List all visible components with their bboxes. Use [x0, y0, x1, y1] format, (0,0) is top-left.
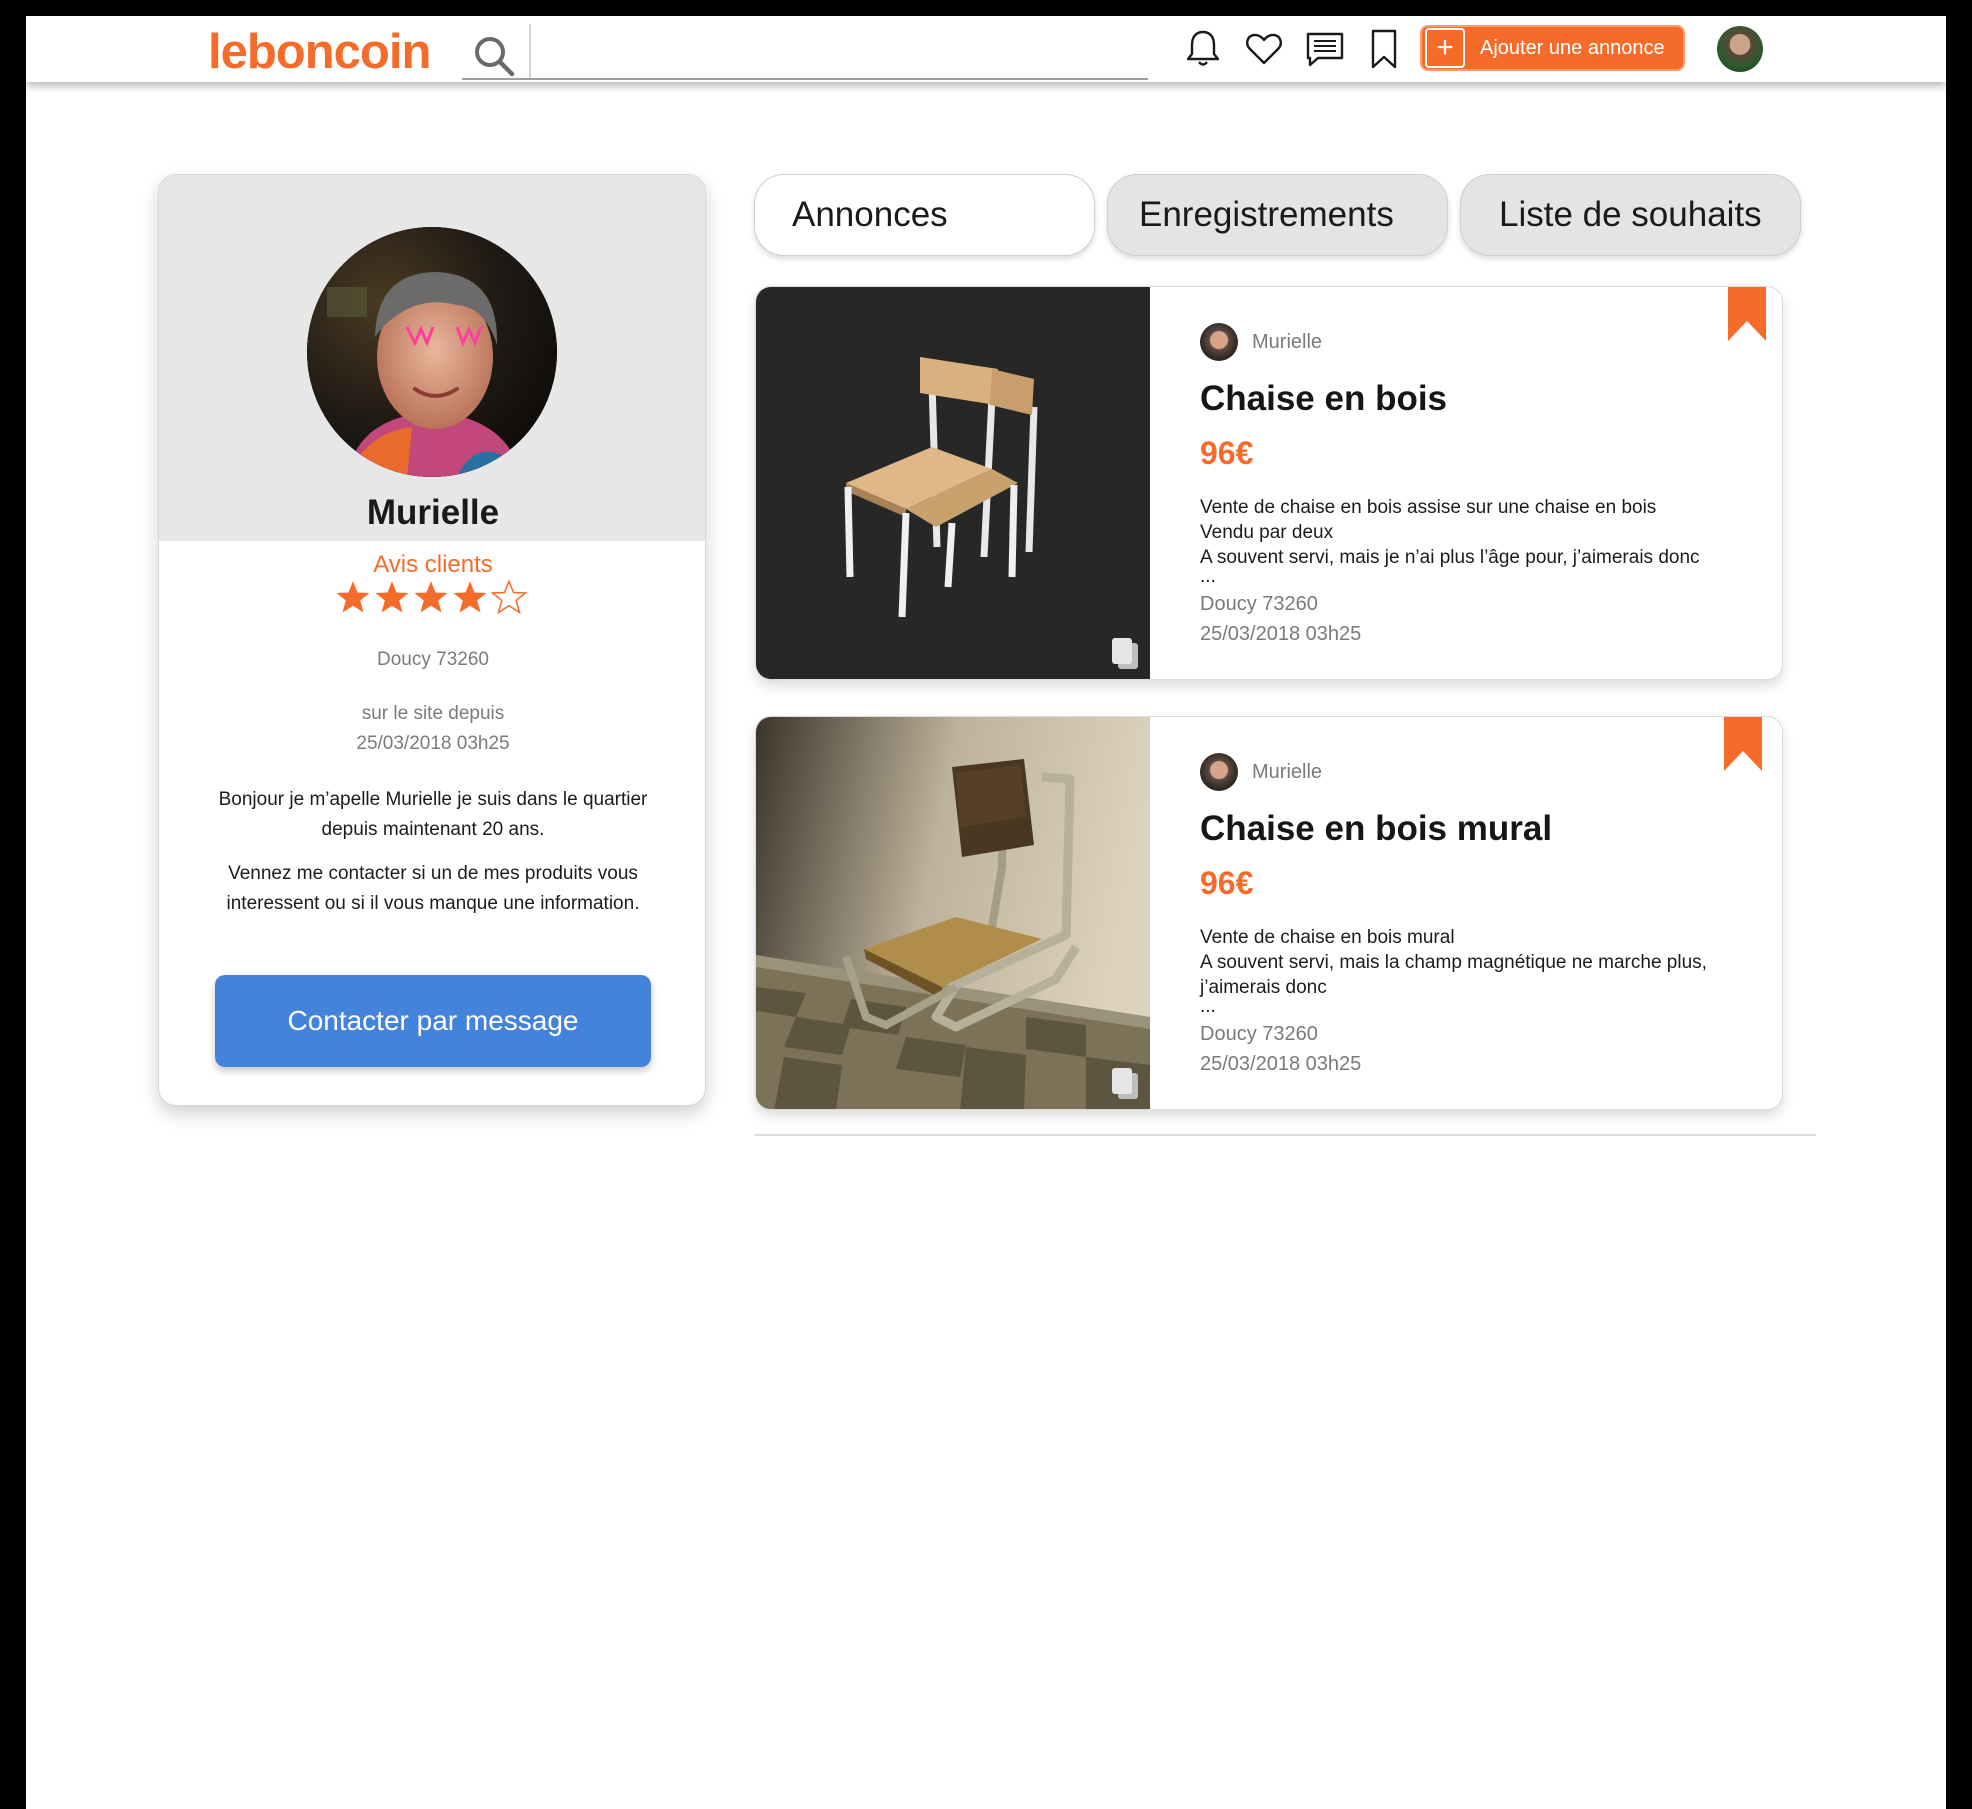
seller-profile-card: Murielle Avis clients Doucy 73260 sur le…: [158, 174, 706, 1106]
description-line: Vente de chaise en bois mural: [1200, 927, 1455, 948]
tab-label: Enregistrements: [1139, 195, 1394, 234]
seller-name: Murielle: [366, 493, 500, 532]
tab-liste-de-souhaits[interactable]: Liste de souhaits: [1460, 174, 1801, 256]
search-input[interactable]: [540, 30, 1130, 70]
listing-price: 96€: [1200, 865, 1254, 901]
add-listing-label: Ajouter une annonce: [1480, 36, 1665, 59]
member-since-label: sur le site depuis: [361, 703, 505, 724]
listing-description: Vente de chaise en bois assise sur une c…: [1200, 495, 1770, 587]
listings-bottom-divider: [754, 1134, 1816, 1136]
listing-photo: [756, 717, 1150, 1109]
star-filled-icon: [453, 581, 487, 613]
user-avatar[interactable]: [1717, 26, 1763, 72]
search-divider: [529, 24, 531, 78]
description-line: Vente de chaise en bois assise sur une c…: [1200, 497, 1657, 518]
contact-by-message-button[interactable]: Contacter par message: [215, 975, 651, 1067]
description-line: j’aimerais donc: [1200, 977, 1327, 998]
listing-seller-avatar: [1200, 753, 1238, 791]
listing-seller-name: Murielle: [1252, 331, 1323, 353]
description-line: A souvent servi, mais la champ magnétiqu…: [1200, 952, 1707, 973]
tab-enregistrements[interactable]: Enregistrements: [1107, 174, 1448, 256]
listing-date: 25/03/2018 03h25: [1200, 623, 1362, 645]
add-listing-button[interactable]: + Ajouter une annonce: [1420, 25, 1685, 71]
listing-card[interactable]: Murielle Chaise en bois 96€ Vente de cha…: [755, 286, 1783, 680]
message-icon[interactable]: [1304, 28, 1346, 70]
customer-reviews-link[interactable]: Avis clients: [159, 551, 705, 579]
listing-card[interactable]: Murielle Chaise en bois mural 96€ Vente …: [755, 716, 1783, 1110]
listing-description: Vente de chaise en bois mural A souvent …: [1200, 925, 1770, 1017]
wall-chair-image: [756, 717, 1150, 1109]
bookmark-ribbon-icon[interactable]: [1722, 716, 1764, 773]
bookmark-ribbon-icon[interactable]: [1726, 286, 1768, 343]
seller-location: Doucy 73260: [377, 649, 489, 670]
star-filled-icon: [336, 581, 370, 613]
star-filled-icon: [414, 581, 448, 613]
bell-icon[interactable]: [1182, 28, 1224, 70]
listing-title: Chaise en bois mural: [1200, 809, 1553, 848]
search-icon[interactable]: [472, 34, 516, 78]
description-line: A souvent servi, mais je n’ai plus l’âge…: [1200, 547, 1700, 568]
listing-seller-name: Murielle: [1252, 761, 1323, 783]
seller-portrait-image: [307, 227, 557, 477]
listing-seller-avatar: [1200, 323, 1238, 361]
listing-date: 25/03/2018 03h25: [1200, 1053, 1362, 1075]
bookmark-icon[interactable]: [1363, 28, 1405, 70]
heart-icon[interactable]: [1243, 28, 1285, 70]
description-line: ...: [1200, 996, 1216, 1017]
description-line: ...: [1200, 566, 1216, 587]
star-filled-icon: [375, 581, 409, 613]
description-line: Vendu par deux: [1200, 522, 1334, 543]
member-since-date: 25/03/2018 03h25: [356, 733, 510, 754]
multiple-photos-icon: [1112, 638, 1138, 669]
seller-profile-photo: [307, 227, 557, 477]
rating-stars: [335, 579, 535, 623]
listing-location: Doucy 73260: [1200, 593, 1318, 615]
seller-bio-paragraph: Bonjour je m’apelle Murielle je suis dan…: [218, 789, 648, 840]
app-window: leboncoin + Ajouter une annonce Murielle…: [26, 16, 1946, 1809]
seller-bio-paragraph: Vennez me contacter si un de mes produit…: [226, 863, 640, 914]
tab-label: Annonces: [792, 195, 948, 234]
star-empty-icon: [491, 579, 527, 615]
listing-title: Chaise en bois: [1200, 379, 1448, 418]
search-bar[interactable]: [462, 22, 1148, 80]
multiple-photos-icon: [1112, 1068, 1138, 1099]
plus-icon: +: [1425, 28, 1465, 68]
listing-photo: [756, 287, 1150, 679]
top-navigation-bar: leboncoin + Ajouter une annonce: [26, 16, 1946, 82]
listing-location: Doucy 73260: [1200, 1023, 1318, 1045]
tab-annonces[interactable]: Annonces: [754, 174, 1095, 256]
leboncoin-logo[interactable]: leboncoin: [208, 24, 431, 80]
tab-label: Liste de souhaits: [1499, 195, 1762, 234]
double-chair-image: [756, 287, 1150, 679]
listing-price: 96€: [1200, 435, 1254, 471]
